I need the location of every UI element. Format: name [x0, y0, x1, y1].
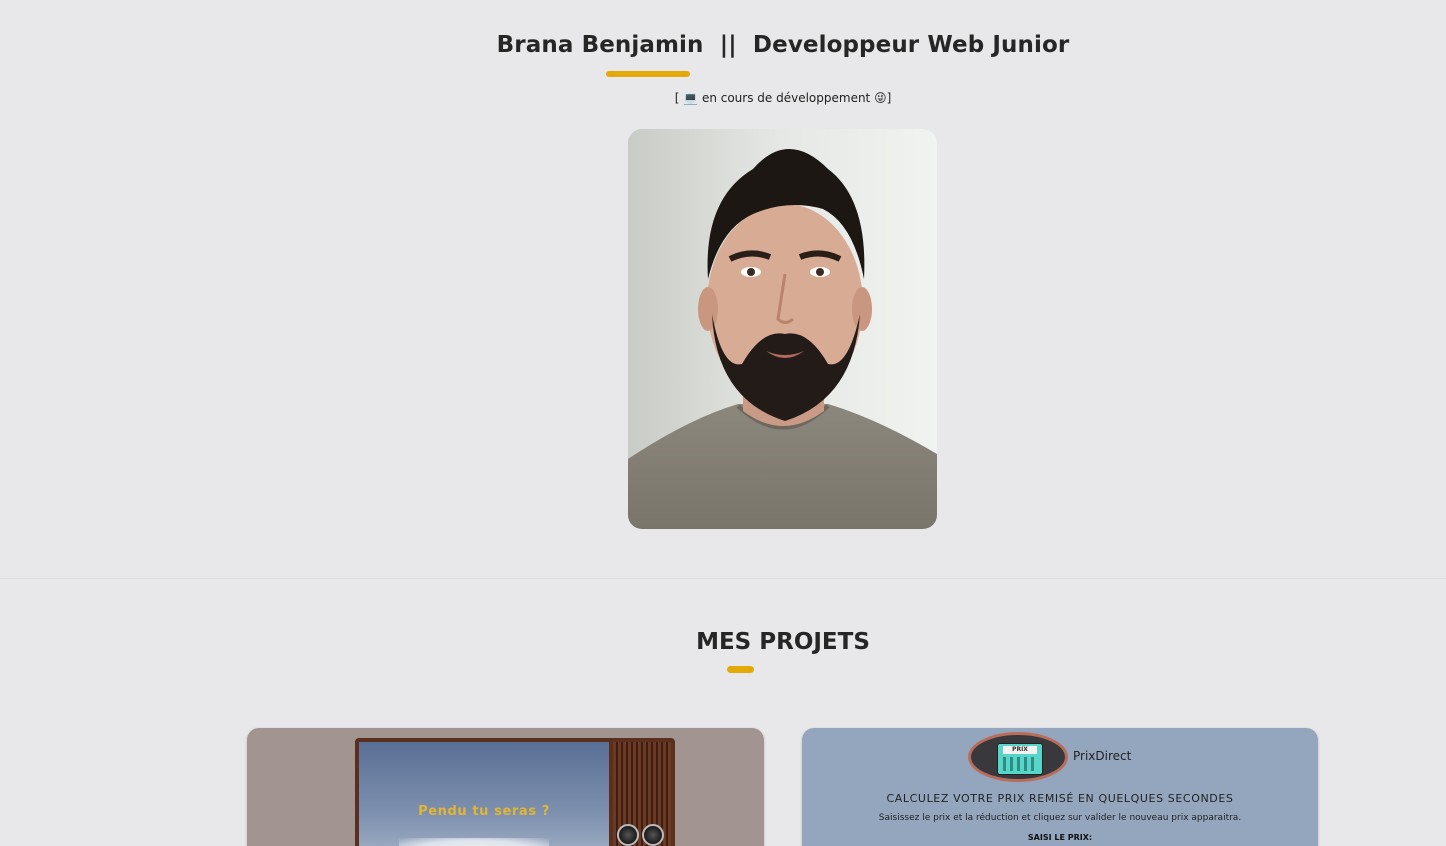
project-card-hangman[interactable]: Pendu tu seras ?: [247, 728, 764, 846]
development-status: [ 💻 en cours de développement 😜]: [0, 91, 1446, 105]
winking-tongue-icon: 😜: [874, 91, 887, 105]
status-prefix: [ 💻 en cours de développement: [674, 91, 871, 105]
tv-screen: Pendu tu seras ?: [359, 742, 609, 846]
projects-title: MES PROJETS: [696, 629, 870, 655]
tv-knob-left-icon: [617, 824, 639, 846]
tv-speaker-grille: [613, 742, 671, 846]
portfolio-page: Brana Benjamin || Developpeur Web Junior…: [0, 0, 1446, 846]
calculator-icon: PRIX: [997, 743, 1043, 775]
calculator-keys: [1003, 757, 1037, 771]
calculator-label: PRIX: [1003, 746, 1037, 754]
page-title: Brana Benjamin || Developpeur Web Junior: [496, 32, 1070, 58]
prixdirect-price-label: SAISI LE PRIX:: [1027, 833, 1093, 842]
retro-tv-preview: Pendu tu seras ?: [355, 738, 675, 846]
prixdirect-logo: PRIX: [968, 732, 1068, 782]
projects-title-underline: [727, 666, 754, 673]
project-card-prixdirect[interactable]: PRIX PrixDirect CALCULEZ VOTRE PRIX REMI…: [802, 728, 1318, 846]
portrait-illustration: [628, 129, 937, 529]
section-divider: [0, 578, 1446, 579]
prixdirect-heading: CALCULEZ VOTRE PRIX REMISÉ EN QUELQUES S…: [886, 792, 1234, 805]
prixdirect-brand: PrixDirect: [1073, 749, 1132, 763]
cloud-graphic: [399, 838, 549, 846]
title-underline: [606, 71, 690, 77]
tv-knob-right-icon: [642, 824, 664, 846]
prixdirect-subheading: Saisissez le prix et la réduction et cli…: [878, 813, 1242, 823]
hangman-title: Pendu tu seras ?: [418, 804, 550, 819]
profile-photo: [628, 129, 937, 529]
status-suffix: ]: [886, 91, 892, 105]
